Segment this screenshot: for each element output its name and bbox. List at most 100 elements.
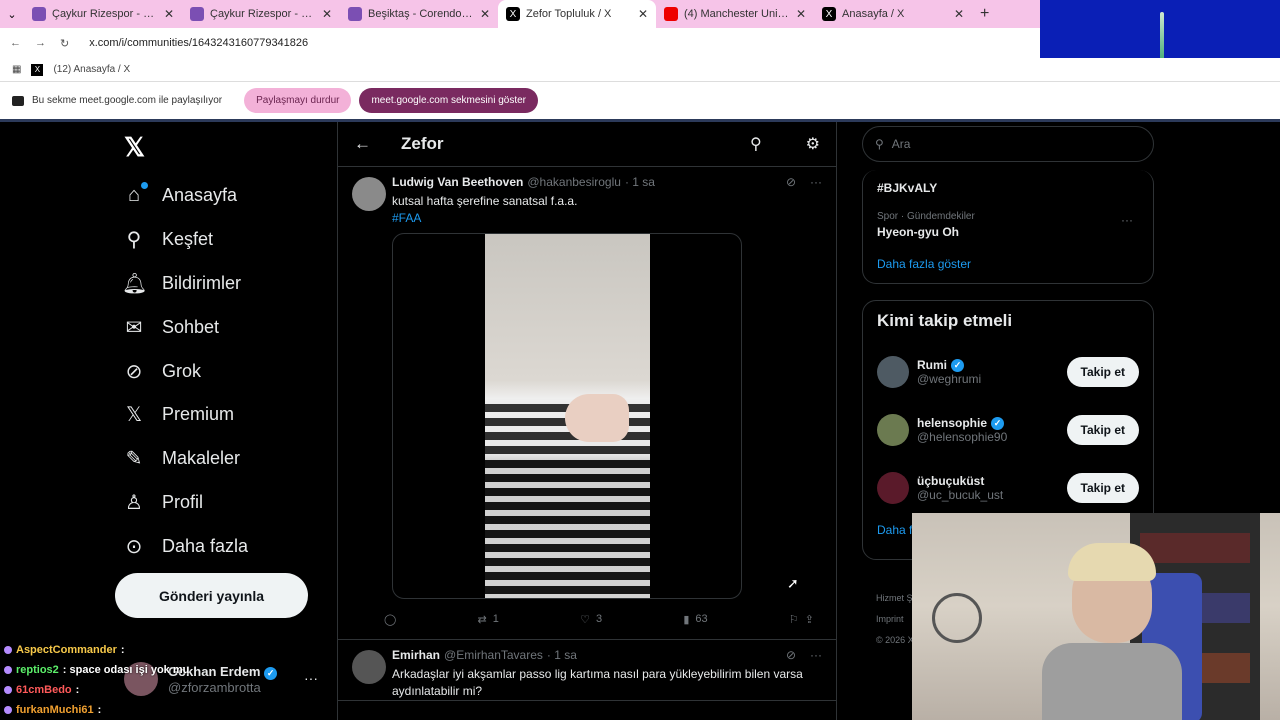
community-header: ← Zefor ⚲ ⚙	[338, 122, 836, 167]
new-tab-icon[interactable]: +	[972, 5, 997, 23]
avatar[interactable]	[352, 650, 386, 684]
sidebar-item-profile[interactable]: ♙ Profil	[122, 481, 248, 525]
follow-suggestion[interactable]: Rumi ✓ @weghrumi Takip et	[877, 343, 1139, 401]
close-tab-icon[interactable]: ✕	[322, 7, 332, 21]
sidebar-item-notifications[interactable]: 🔔︎ Bildirimler	[122, 262, 248, 306]
footer-link[interactable]: Hizmet Ş	[876, 588, 914, 609]
screen-share-icon	[12, 95, 24, 106]
follow-button[interactable]: Takip et	[1066, 357, 1139, 387]
chat-line: 61cmBedo:	[4, 680, 204, 700]
like-button[interactable]: ♡ 3	[580, 613, 602, 626]
tweet-author-handle[interactable]: @hakanbesiroglu	[527, 175, 621, 189]
search-icon: ⚲	[126, 229, 142, 252]
browser-tab[interactable]: Çaykur Rizespor - Galatasaray | ✕	[24, 0, 182, 28]
sidebar-item-home[interactable]: ⌂ Anasayfa	[122, 174, 248, 218]
tweet-author-name[interactable]: Ludwig Van Beethoven	[392, 175, 523, 189]
trend-item[interactable]: Spor · Gündemdekiler Hyeon-gyu Oh ···	[877, 203, 1139, 247]
more-icon[interactable]: ···	[304, 670, 318, 686]
follow-suggestion[interactable]: helensophie ✓ @helensophie90 Takip et	[877, 401, 1139, 459]
grok-icon[interactable]: ⊘	[786, 648, 796, 662]
sidebar-item-more[interactable]: ⊙ Daha fazla	[122, 524, 248, 568]
right-sidebar: ⚲ Ara #BJKvALY Spor · Gündemdekiler Hyeon…	[862, 122, 1154, 645]
trend-item[interactable]: #BJKvALY	[877, 170, 1139, 203]
fan-image	[932, 593, 982, 643]
back-icon[interactable]: ←	[10, 37, 21, 49]
sidebar-item-label: Grok	[162, 360, 202, 381]
webcam-overlay	[912, 513, 1280, 720]
sidebar-item-chat[interactable]: ✉ Sohbet	[122, 305, 248, 349]
search-input[interactable]: ⚲ Ara	[862, 126, 1154, 162]
repost-button[interactable]: ⇄ 1	[478, 613, 499, 626]
browser-tab[interactable]: Çaykur Rizespor - Galatasaray M ✕	[182, 0, 340, 28]
close-tab-icon[interactable]: ✕	[480, 7, 490, 21]
tweet-time[interactable]: · 1 sa	[625, 175, 655, 189]
tweet[interactable]: ⊘ ··· Ludwig Van Beethoven @hakanbesirogl…	[338, 167, 836, 640]
verified-icon: ✓	[264, 666, 278, 680]
close-tab-icon[interactable]: ✕	[638, 7, 648, 21]
forward-icon[interactable]: →	[35, 37, 46, 49]
bookmarks-bar: ▦ X (12) Anasayfa / X	[0, 58, 1280, 82]
tweet-actions: ◯ ⇄ 1 ♡ 3 ▮ 63 ⚐ ⇪	[384, 599, 814, 639]
footer-link[interactable]: Imprint	[876, 609, 914, 630]
back-arrow-icon[interactable]: ←	[354, 134, 371, 154]
hashtag-link[interactable]: #FAA	[392, 210, 822, 227]
browser-tab[interactable]: (4) Manchester United (2-0) Tot ✕	[656, 0, 814, 28]
bookmark-icon[interactable]: ⚐	[789, 613, 799, 626]
grok-icon[interactable]: ⊘	[786, 175, 796, 189]
more-icon[interactable]: ···	[810, 648, 822, 662]
avatar[interactable]	[877, 414, 909, 446]
avatar[interactable]	[352, 177, 386, 211]
search-icon[interactable]: ⚲	[750, 134, 762, 154]
post-button[interactable]: Gönderi yayınla	[115, 573, 308, 618]
follow-suggestion[interactable]: üçbuçuküst @uc_bucuk_ust Takip et	[877, 459, 1139, 517]
views-button[interactable]: ▮ 63	[683, 613, 707, 626]
trends-panel: #BJKvALY Spor · Gündemdekiler Hyeon-gyu …	[862, 170, 1154, 284]
tweet-video[interactable]	[392, 233, 742, 599]
search-placeholder: Ara	[891, 137, 911, 151]
url-field[interactable]: x.com/i/communities/1643243160779341826	[89, 37, 308, 49]
show-more-link[interactable]: Daha fazla göster	[877, 257, 1139, 271]
tweet[interactable]: ⊘ ··· Emirhan @EmirhanTavares · 1 sa Arka…	[338, 640, 836, 701]
streamer-image	[1042, 543, 1182, 720]
sidebar-item-articles[interactable]: ✎ Makaleler	[122, 437, 248, 481]
browser-tab[interactable]: Beşiktaş - Corendon Alanyaspor ✕	[340, 0, 498, 28]
more-icon[interactable]: ···	[810, 175, 822, 189]
browser-tab-active[interactable]: X Zefor Topluluk / X ✕	[498, 0, 656, 28]
chat-text: :	[97, 704, 102, 716]
reply-button[interactable]: ◯	[384, 613, 396, 626]
bookmark-item[interactable]: (12) Anasayfa / X	[53, 64, 130, 75]
chat-user: reptios2	[16, 664, 59, 676]
more-icon[interactable]: ···	[1121, 213, 1133, 227]
gear-icon[interactable]: ⚙	[806, 134, 820, 154]
avatar[interactable]	[877, 356, 909, 388]
sidebar-item-premium[interactable]: 𝕏 Premium	[122, 393, 248, 437]
sidebar-item-label: Makaleler	[162, 448, 241, 469]
home-icon: ⌂	[122, 182, 148, 207]
tab-search-icon[interactable]: ⌄	[0, 0, 24, 28]
chart-icon: ▮	[683, 613, 690, 626]
follow-button[interactable]: Takip et	[1066, 415, 1139, 445]
stop-sharing-button[interactable]: Paylaşmayı durdur	[244, 88, 352, 113]
show-meet-tab-button[interactable]: meet.google.com sekmesini göster	[359, 88, 538, 113]
tweet-author-handle[interactable]: @EmirhanTavares	[444, 648, 543, 662]
tweet-author-name[interactable]: Emirhan	[392, 648, 440, 662]
close-tab-icon[interactable]: ✕	[796, 7, 806, 21]
browser-tab[interactable]: X Anasayfa / X ✕	[814, 0, 972, 28]
sidebar-item-label: Daha fazla	[162, 535, 249, 556]
chat-line: AspectCommander:	[4, 640, 204, 660]
sidebar-item-explore[interactable]: ⚲ Keşfet	[122, 218, 248, 262]
sidebar-item-grok[interactable]: ⊘ Grok	[122, 349, 248, 393]
apps-grid-icon[interactable]: ▦	[12, 64, 21, 75]
address-bar: ← → ↻ x.com/i/communities/16432431607793…	[0, 28, 1040, 58]
nav-menu: ⌂ Anasayfa ⚲ Keşfet 🔔︎ Bildirimler ✉ Sohbet …	[122, 174, 248, 568]
tweet-text: kutsal hafta şerefine sanatsal f.a.a.	[392, 194, 578, 208]
stream-chat-overlay: AspectCommander: reptios2: space odası i…	[4, 640, 204, 720]
tweet-time[interactable]: · 1 sa	[547, 648, 577, 662]
reload-icon[interactable]: ↻	[60, 37, 69, 50]
share-icon[interactable]: ⇪	[805, 613, 814, 626]
avatar[interactable]	[877, 472, 909, 504]
close-tab-icon[interactable]: ✕	[164, 7, 174, 21]
close-tab-icon[interactable]: ✕	[954, 7, 964, 21]
x-logo-icon[interactable]: 𝕏	[124, 132, 145, 163]
follow-button[interactable]: Takip et	[1066, 473, 1139, 503]
